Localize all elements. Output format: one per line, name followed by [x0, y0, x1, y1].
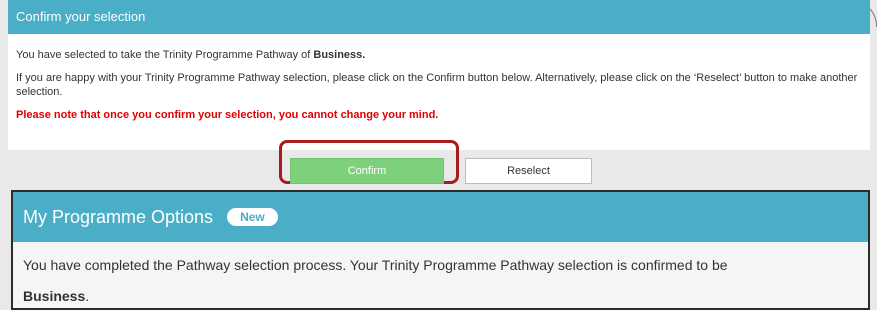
confirm-button[interactable]: Confirm [290, 158, 444, 184]
instructions-text: If you are happy with your Trinity Progr… [16, 72, 858, 98]
confirmed-pathway-name: Business [23, 288, 86, 304]
selected-pathway-text: You have selected to take the Trinity Pr… [16, 48, 862, 62]
confirm-panel-title: Confirm your selection [8, 0, 870, 34]
programme-options-header: My Programme Options New [13, 192, 868, 242]
new-badge: New [227, 208, 278, 226]
reselect-button[interactable]: Reselect [465, 158, 592, 184]
confirmed-pathway-suffix: . [85, 288, 90, 304]
completion-message: You have completed the Pathway selection… [23, 257, 728, 273]
confirm-selection-panel: Confirm your selection You have selected… [8, 0, 870, 150]
button-row: Confirm Reselect [0, 140, 877, 188]
warning-text: Please note that once you confirm your s… [16, 109, 439, 121]
programme-options-title: My Programme Options [23, 207, 214, 227]
programme-options-panel: My Programme Options New You have comple… [11, 190, 870, 310]
confirmed-pathway-line: Business. [23, 286, 858, 306]
selected-prefix: You have selected to take the Trinity Pr… [16, 49, 314, 61]
confirm-panel-body: You have selected to take the Trinity Pr… [8, 34, 870, 122]
selected-pathway-name: Business. [313, 49, 366, 61]
programme-options-body: You have completed the Pathway selection… [13, 242, 868, 306]
